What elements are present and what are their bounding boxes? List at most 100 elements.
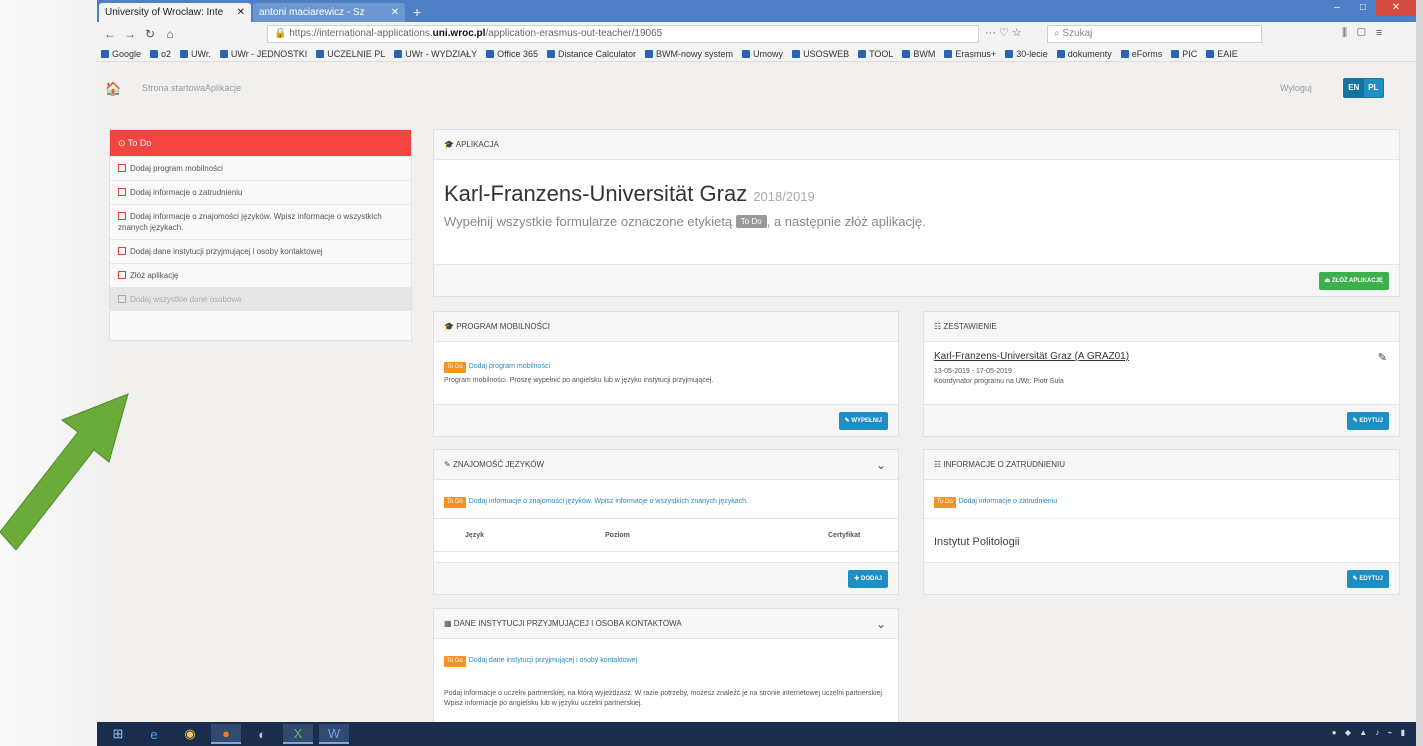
- chevron-down-icon[interactable]: ⌄: [876, 450, 886, 480]
- system-tray[interactable]: ● ◆ ▲ ♪ ⌁ ▮: [1332, 728, 1408, 737]
- bookmark-icon: [394, 49, 403, 58]
- todo-item[interactable]: Złóż aplikację: [110, 263, 411, 287]
- close-tab-icon[interactable]: ✕: [391, 3, 399, 22]
- windows-start-icon[interactable]: ⊞: [103, 724, 133, 744]
- bookmark-item[interactable]: EAIE: [1206, 46, 1238, 61]
- bookmark-label: Distance Calculator: [557, 48, 637, 59]
- lang-pl-button[interactable]: PL: [1364, 79, 1384, 97]
- panel-header: 🎓 APLIKACJA: [434, 130, 1399, 160]
- add-institution-link[interactable]: Dodaj dane instytucji przyjmującej i oso…: [469, 657, 637, 664]
- add-language-button[interactable]: ✚ DODAJ: [848, 570, 888, 588]
- todo-sidebar: ⊙ To Do Dodaj program mobilności Dodaj i…: [109, 129, 412, 341]
- summary-header: ZESTAWIENIE: [943, 322, 997, 331]
- bookmark-item[interactable]: UWr.: [180, 46, 211, 61]
- bookmark-item[interactable]: Office 365: [486, 46, 538, 61]
- edit-button[interactable]: ✎ EDYTUJ: [1346, 570, 1389, 588]
- panel-footer: ✎ EDYTUJ: [924, 562, 1399, 594]
- search-placeholder: Szukaj: [1062, 28, 1093, 39]
- todo-header: ⊙ To Do: [110, 130, 411, 156]
- breadcrumb-applications[interactable]: Aplikacje: [205, 83, 241, 93]
- bookmark-item[interactable]: Umowy: [742, 46, 783, 61]
- todo-item[interactable]: Dodaj program mobilności: [110, 156, 411, 180]
- bookmark-item[interactable]: dokumenty: [1056, 46, 1112, 61]
- forward-icon[interactable]: →: [123, 27, 137, 41]
- bookmark-icon: [742, 49, 751, 58]
- bookmark-label: USOSWEB: [803, 48, 850, 59]
- bookmark-item[interactable]: UCZELNIE PL: [316, 46, 385, 61]
- excel-icon[interactable]: X: [283, 724, 313, 744]
- institution-panel: ▦ DANE INSTYTUCJI PRZYJMUJĄCEJ I OSOBA K…: [433, 608, 899, 722]
- bookmark-icon: [486, 49, 495, 58]
- bookmark-item[interactable]: USOSWEB: [792, 46, 849, 61]
- browser-tab[interactable]: antoni maciarewicz - Sz ✕: [253, 3, 405, 22]
- submit-application-button[interactable]: ⏏ ZŁÓŻ APLIKACJĘ: [1318, 272, 1389, 290]
- add-languages-link[interactable]: Dodaj informacje o znajomości języków. W…: [469, 498, 748, 505]
- bookmark-label: eForms: [1131, 48, 1163, 59]
- bookmark-item[interactable]: Distance Calculator: [546, 46, 637, 61]
- bookmark-icon: [902, 49, 911, 58]
- bookmark-item[interactable]: UWr - WYDZIAŁY: [394, 46, 477, 61]
- new-tab-button[interactable]: +: [407, 2, 427, 22]
- todo-badge: To Do: [444, 497, 466, 508]
- page-actions-icon[interactable]: ··· ♡ ☆: [985, 26, 1022, 39]
- todo-item-label: Dodaj dane instytucji przyjmującej i oso…: [130, 247, 323, 256]
- bookmark-item[interactable]: Erasmus+: [944, 46, 996, 61]
- photo-margin-right: [1416, 0, 1423, 746]
- bookmark-label: BWM-nowy system: [656, 48, 734, 59]
- lang-en-button[interactable]: EN: [1344, 79, 1364, 97]
- toolbar-icons[interactable]: ⫼▢≡: [1342, 27, 1392, 40]
- todo-line: To Do Dodaj program mobilności: [444, 355, 550, 373]
- todo-item[interactable]: Dodaj informacje o znajomości języków. W…: [110, 204, 411, 239]
- language-switch[interactable]: EN PL: [1343, 78, 1384, 98]
- ie-icon[interactable]: e: [139, 724, 169, 744]
- bookmark-item[interactable]: PIC: [1171, 46, 1197, 61]
- app-icon[interactable]: ◐: [247, 724, 277, 744]
- close-tab-icon[interactable]: ✕: [237, 3, 245, 22]
- divider: [924, 518, 1399, 519]
- browser-tab-active[interactable]: University of Wroclaw: Inte ✕: [99, 3, 251, 22]
- pencil-icon[interactable]: ✎: [1378, 351, 1387, 364]
- reload-icon[interactable]: ↻: [143, 27, 157, 41]
- panel-header: ☷ ZESTAWIENIE: [924, 312, 1399, 342]
- search-input[interactable]: ⌕ Szukaj: [1047, 25, 1262, 43]
- minimize-icon[interactable]: –: [1324, 0, 1350, 16]
- chrome-icon[interactable]: ◉: [175, 724, 205, 744]
- lock-icon: 🔒: [274, 28, 290, 39]
- employment-panel: ☷ INFORMACJE O ZATRUDNIENIU To Do Dodaj i…: [923, 449, 1400, 595]
- panel-footer: ✎ EDYTUJ: [924, 404, 1399, 436]
- bookmark-item[interactable]: o2: [150, 46, 171, 61]
- back-icon[interactable]: ←: [103, 27, 117, 41]
- bookmark-item[interactable]: UWr - JEDNOSTKI: [219, 46, 307, 61]
- todo-item[interactable]: Dodaj dane instytucji przyjmującej i oso…: [110, 239, 411, 263]
- home-icon[interactable]: ⌂: [163, 27, 177, 41]
- bookmark-item[interactable]: BWM-nowy system: [645, 46, 733, 61]
- chevron-down-icon[interactable]: ⌄: [876, 609, 886, 639]
- bookmark-icon: [150, 49, 159, 58]
- close-window-icon[interactable]: ✕: [1376, 0, 1416, 16]
- add-mobility-link[interactable]: Dodaj program mobilności: [469, 363, 550, 370]
- firefox-icon[interactable]: ●: [211, 724, 241, 744]
- bookmark-icon: [792, 49, 801, 58]
- logout-link[interactable]: Wyloguj: [1280, 83, 1312, 93]
- breadcrumb-home[interactable]: Strona startowa: [142, 83, 205, 93]
- url-bar[interactable]: 🔒 https://international-applications.uni…: [267, 25, 979, 43]
- add-employment-link[interactable]: Dodaj informacje o zatrudnieniu: [959, 498, 1057, 505]
- bookmark-item[interactable]: 30-lecie: [1005, 46, 1048, 61]
- bookmark-item[interactable]: BWM: [902, 46, 935, 61]
- bookmark-item[interactable]: Google: [101, 46, 141, 61]
- maximize-icon[interactable]: □: [1350, 0, 1376, 16]
- edit-button[interactable]: ✎ EDYTUJ: [1346, 412, 1389, 430]
- bookmark-item[interactable]: TOOL: [858, 46, 893, 61]
- languages-panel: ✎ ZNAJOMOŚĆ JĘZYKÓW ⌄ To Do Dodaj informac…: [433, 449, 899, 595]
- checkbox-icon: [118, 295, 126, 303]
- bookmark-label: 30-lecie: [1016, 48, 1048, 59]
- bookmark-label: EAIE: [1217, 48, 1238, 59]
- bookmark-item[interactable]: eForms: [1120, 46, 1163, 61]
- photo-margin-left: [0, 0, 97, 746]
- todo-item[interactable]: Dodaj informacje o zatrudnieniu: [110, 180, 411, 204]
- home-icon[interactable]: 🏠: [105, 81, 121, 97]
- word-icon[interactable]: W: [319, 724, 349, 744]
- summary-title[interactable]: Karl-Franzens-Universität Graz (A GRAZ01…: [934, 351, 1129, 362]
- fill-in-button[interactable]: ✎ WYPEŁNIJ: [838, 412, 888, 430]
- bookmark-label: Office 365: [497, 48, 538, 59]
